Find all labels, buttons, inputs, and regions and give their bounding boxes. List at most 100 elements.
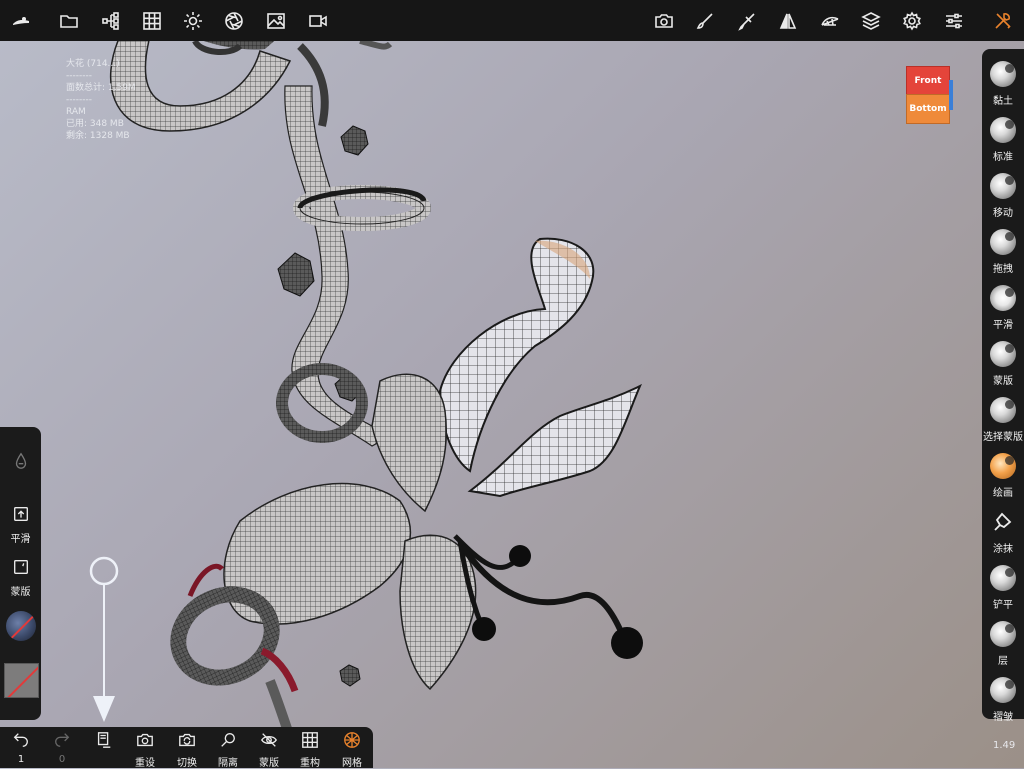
bottom-toolbar: 1 0 重设 切换 隔离 蒙版 重构 网格	[0, 727, 373, 769]
aperture-icon[interactable]	[221, 8, 247, 34]
tool-label: 绘画	[993, 488, 1013, 499]
reset-view-label: 重设	[135, 758, 155, 769]
tool-smooth[interactable]: 平滑	[982, 278, 1024, 334]
3d-viewport[interactable]	[0, 41, 1024, 768]
tool-clay[interactable]: 黏土	[982, 54, 1024, 110]
select-mask-brush-icon	[990, 397, 1016, 423]
remesh-label: 重构	[300, 758, 320, 769]
droplet-icon	[15, 452, 26, 469]
clay-brush-icon	[990, 61, 1016, 87]
tool-select-mask[interactable]: 选择蒙版	[982, 390, 1024, 446]
image-icon[interactable]	[263, 8, 289, 34]
radius-toggle[interactable]	[0, 452, 41, 474]
tool-flatten[interactable]: 铲平	[982, 558, 1024, 614]
tool-mask[interactable]: 蒙版	[982, 334, 1024, 390]
view-cube-front[interactable]: Front	[906, 66, 950, 96]
ram-label: RAM	[66, 107, 86, 117]
undo-icon	[13, 733, 28, 747]
tool-label: 黏土	[993, 96, 1013, 107]
brush-icon[interactable]	[692, 8, 718, 34]
mesh-name: 大花 (714...)	[66, 59, 120, 69]
view-cube[interactable]: Front Bottom	[906, 66, 953, 124]
tools-icon[interactable]	[990, 8, 1016, 34]
magnifier-icon	[221, 733, 235, 747]
topology-icon[interactable]	[817, 8, 843, 34]
ram-free: 剩余: 1328 MB	[66, 131, 130, 141]
tool-label: 拖拽	[993, 264, 1013, 275]
book-stack-icon	[97, 732, 111, 748]
scene-info-overlay: 大花 (714...) -------- 面数总计: 1.59M -------…	[66, 58, 136, 142]
switch-view-button[interactable]: 切换	[169, 731, 205, 769]
camera-switch-icon	[179, 733, 195, 747]
brush-tool-panel: 黏土 标准 移动 拖拽 平滑 蒙版 选择蒙版 绘画 涂抹 铲平 层 褶皱	[982, 49, 1024, 723]
color-swatch[interactable]	[4, 663, 39, 698]
tool-crease[interactable]: 褶皱	[982, 670, 1024, 726]
tool-label: 涂抹	[993, 544, 1013, 555]
move-brush-icon	[990, 173, 1016, 199]
scene-menu-button[interactable]	[86, 731, 122, 753]
tool-standard[interactable]: 标准	[982, 110, 1024, 166]
mask-brush-icon	[990, 341, 1016, 367]
top-toolbar	[0, 0, 1024, 41]
folder-icon[interactable]	[56, 8, 82, 34]
face-count: 面数总计: 1.59M	[66, 83, 136, 93]
wireframe-sphere-icon	[344, 732, 360, 748]
crease-brush-icon	[990, 677, 1016, 703]
paint-roller-icon[interactable]	[734, 8, 760, 34]
camera-icon[interactable]	[651, 8, 677, 34]
isolate-label: 隔离	[218, 758, 238, 769]
info-separator: --------	[66, 71, 92, 81]
mask-square-icon	[13, 560, 28, 574]
scene-tree-icon[interactable]	[98, 8, 124, 34]
isolate-button[interactable]: 隔离	[210, 731, 246, 769]
layers-icon[interactable]	[858, 8, 884, 34]
gear-icon[interactable]	[899, 8, 925, 34]
remesh-button[interactable]: 重构	[292, 731, 328, 769]
tool-move[interactable]: 移动	[982, 166, 1024, 222]
camera-reset-icon	[137, 733, 153, 747]
reset-view-button[interactable]: 重设	[127, 731, 163, 769]
tool-layer[interactable]: 层	[982, 614, 1024, 670]
info-separator: --------	[66, 95, 92, 105]
undo-button[interactable]: 1	[3, 731, 39, 765]
wireframe-label: 网格	[342, 758, 362, 769]
sun-icon[interactable]	[180, 8, 206, 34]
sliders-icon[interactable]	[941, 8, 967, 34]
left-quick-panel: 平滑 蒙版	[0, 427, 41, 720]
mask-shortcut-button[interactable]: 蒙版	[0, 558, 41, 598]
paint-brush-icon	[990, 453, 1016, 479]
view-cube-bottom[interactable]: Bottom	[906, 94, 950, 124]
video-icon[interactable]	[305, 8, 331, 34]
standard-brush-icon	[990, 117, 1016, 143]
smooth-shortcut-button[interactable]: 平滑	[0, 505, 41, 545]
mask-visibility-label: 蒙版	[259, 758, 279, 769]
logo-icon[interactable]	[8, 8, 34, 34]
symmetry-icon[interactable]	[775, 8, 801, 34]
tool-label: 蒙版	[993, 376, 1013, 387]
wireframe-toggle[interactable]: 网格	[334, 731, 370, 769]
tool-label: 褶皱	[993, 712, 1013, 723]
stroke-gizmo-icon[interactable]	[88, 554, 120, 726]
tool-smear[interactable]: 涂抹	[982, 502, 1024, 558]
mask-shortcut-label: 蒙版	[10, 587, 31, 598]
grid-icon	[302, 732, 318, 748]
undo-count: 1	[17, 754, 25, 765]
redo-icon	[55, 733, 70, 747]
redo-button[interactable]: 0	[44, 731, 80, 765]
tool-label: 标准	[993, 152, 1013, 163]
grid-icon[interactable]	[139, 8, 165, 34]
tool-label: 层	[998, 656, 1008, 667]
tool-label: 选择蒙版	[983, 432, 1023, 443]
mask-visibility-button[interactable]: 蒙版	[251, 731, 287, 769]
tool-drag[interactable]: 拖拽	[982, 222, 1024, 278]
view-cube-side[interactable]	[949, 80, 953, 110]
material-swatch[interactable]	[6, 611, 36, 641]
smooth-shortcut-label: 平滑	[10, 534, 31, 545]
version-label: 1.49	[993, 740, 1016, 751]
tool-paint[interactable]: 绘画	[982, 446, 1024, 502]
smooth-brush-icon	[990, 285, 1016, 311]
switch-view-label: 切换	[177, 758, 197, 769]
upload-square-icon	[13, 507, 28, 521]
eye-off-icon	[261, 733, 277, 747]
tool-label: 移动	[993, 208, 1013, 219]
